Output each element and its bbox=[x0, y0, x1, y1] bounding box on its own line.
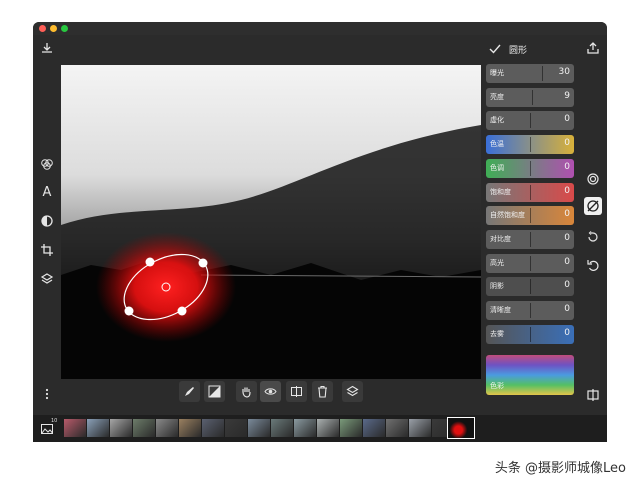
adjustment-slider[interactable]: 清晰度 0 bbox=[486, 301, 574, 320]
slider-thumb[interactable] bbox=[530, 279, 531, 295]
filters-icon[interactable] bbox=[40, 157, 54, 171]
slider-thumb[interactable] bbox=[530, 303, 531, 318]
selective-adjust-icon[interactable] bbox=[40, 214, 54, 228]
slider-thumb[interactable] bbox=[542, 66, 543, 81]
filmstrip-thumbnail[interactable] bbox=[363, 419, 385, 437]
filmstrip-thumbnail[interactable] bbox=[294, 419, 316, 437]
layers-icon[interactable] bbox=[40, 272, 54, 286]
compare-split-icon[interactable] bbox=[586, 388, 600, 402]
filmstrip-thumbnail[interactable] bbox=[409, 419, 431, 437]
adjustment-value: 0 bbox=[564, 256, 570, 267]
filmstrip-thumbnail[interactable] bbox=[317, 419, 339, 437]
adjustment-slider[interactable]: 色温 0 bbox=[486, 135, 574, 155]
adjustment-value: 0 bbox=[564, 209, 570, 220]
undo-icon[interactable] bbox=[586, 258, 600, 272]
zoom-window-button[interactable] bbox=[61, 25, 68, 32]
slider-thumb[interactable] bbox=[530, 231, 531, 247]
close-window-button[interactable] bbox=[39, 25, 46, 32]
slider-thumb[interactable] bbox=[530, 326, 531, 342]
adjustment-value: 0 bbox=[564, 114, 570, 125]
photo-canvas[interactable] bbox=[61, 65, 481, 379]
history-icon[interactable] bbox=[586, 230, 600, 244]
slider-thumb[interactable] bbox=[530, 160, 531, 176]
panel-title: 圆形 bbox=[509, 46, 528, 56]
crop-icon[interactable] bbox=[40, 243, 54, 257]
more-options-icon[interactable] bbox=[40, 387, 54, 401]
filmstrip-thumbnail-selected[interactable] bbox=[447, 417, 475, 439]
watermark: 头条 @摄影师城像Leo bbox=[494, 461, 626, 476]
adjustment-slider[interactable]: 虚化 0 bbox=[486, 111, 574, 131]
adjustment-slider[interactable]: 亮度 9 bbox=[486, 87, 574, 107]
filmstrip-thumbnail[interactable] bbox=[110, 419, 132, 437]
adjustment-label: 色温 bbox=[490, 140, 504, 149]
adjustment-slider[interactable]: 阴影 0 bbox=[486, 277, 574, 297]
filmstrip-thumbnail[interactable] bbox=[179, 419, 201, 437]
adjustment-value: 0 bbox=[564, 304, 570, 314]
filmstrip-thumbnail[interactable] bbox=[386, 419, 408, 437]
adjustment-value: 0 bbox=[564, 161, 570, 172]
slider-thumb[interactable] bbox=[530, 137, 531, 153]
adjustment-label: 自然饱和度 bbox=[490, 211, 525, 220]
layers-button[interactable] bbox=[342, 381, 363, 402]
slider-thumb[interactable] bbox=[530, 113, 531, 129]
adjustment-slider[interactable]: 高光 0 bbox=[486, 253, 574, 273]
mask-invert-button[interactable] bbox=[204, 381, 225, 402]
filmstrip-thumbnail[interactable] bbox=[271, 419, 293, 437]
adjustment-label: 去雾 bbox=[490, 329, 504, 338]
adjustment-slider[interactable]: 饱和度 0 bbox=[486, 182, 574, 202]
adjustment-slider[interactable]: 自然饱和度 0 bbox=[486, 206, 574, 226]
text-tool-icon[interactable]: A bbox=[40, 186, 54, 200]
adjustment-value: 9 bbox=[564, 90, 570, 101]
filmstrip-thumbnail[interactable] bbox=[202, 419, 224, 437]
adjustment-value: 30 bbox=[558, 67, 570, 77]
delete-button[interactable] bbox=[312, 381, 333, 402]
adjustment-label: 清晰度 bbox=[490, 306, 511, 314]
adjustment-label: 曝光 bbox=[490, 69, 504, 77]
color-section-label: 色彩 bbox=[490, 382, 504, 390]
adjustment-slider[interactable]: 对比度 0 bbox=[486, 229, 574, 249]
download-icon[interactable] bbox=[40, 41, 54, 55]
gallery-count: 10 bbox=[51, 418, 58, 424]
show-mask-button[interactable] bbox=[260, 381, 281, 402]
title-bar bbox=[33, 22, 607, 35]
adjustment-label: 阴影 bbox=[490, 282, 504, 291]
radial-filter-icon[interactable] bbox=[586, 172, 600, 186]
adjustment-label: 饱和度 bbox=[490, 187, 511, 196]
confirm-check-icon[interactable] bbox=[488, 42, 502, 56]
filmstrip-thumbnail[interactable] bbox=[156, 419, 178, 437]
filmstrip-thumbnail[interactable] bbox=[133, 419, 155, 437]
slider-thumb[interactable] bbox=[530, 184, 531, 200]
filmstrip-thumbnail[interactable] bbox=[248, 419, 270, 437]
adjustment-slider[interactable]: 去雾 0 bbox=[486, 324, 574, 344]
adjustment-slider[interactable]: 曝光 30 bbox=[486, 64, 574, 83]
filmstrip-thumbnail[interactable] bbox=[64, 419, 86, 437]
adjustment-value: 0 bbox=[564, 138, 570, 149]
adjustment-slider[interactable]: 色调 0 bbox=[486, 158, 574, 178]
adjustment-value: 0 bbox=[564, 280, 570, 291]
adjustment-label: 高光 bbox=[490, 258, 504, 267]
gallery-icon[interactable] bbox=[40, 422, 54, 436]
minimize-window-button[interactable] bbox=[50, 25, 57, 32]
slider-thumb[interactable] bbox=[532, 89, 533, 105]
filmstrip-thumbnail[interactable] bbox=[87, 419, 109, 437]
adjustment-label: 色调 bbox=[490, 163, 504, 172]
adjustment-value: 0 bbox=[564, 185, 570, 196]
eraser-tool-icon[interactable] bbox=[584, 197, 602, 215]
slider-thumb[interactable] bbox=[530, 255, 531, 271]
adjustment-label: 虚化 bbox=[490, 116, 504, 125]
adjustment-label: 亮度 bbox=[490, 92, 504, 101]
share-icon[interactable] bbox=[586, 41, 600, 55]
color-section[interactable]: 色彩 bbox=[486, 355, 574, 395]
filmstrip-thumbnail[interactable] bbox=[340, 419, 362, 437]
adjustment-value: 0 bbox=[564, 232, 570, 243]
brush-button[interactable] bbox=[179, 381, 200, 402]
adjustment-label: 对比度 bbox=[490, 234, 511, 243]
slider-thumb[interactable] bbox=[530, 208, 531, 224]
split-view-button[interactable] bbox=[286, 381, 307, 402]
adjustment-value: 0 bbox=[564, 327, 570, 338]
pan-hand-button[interactable] bbox=[236, 381, 257, 402]
filmstrip-thumbnail[interactable] bbox=[225, 419, 247, 437]
